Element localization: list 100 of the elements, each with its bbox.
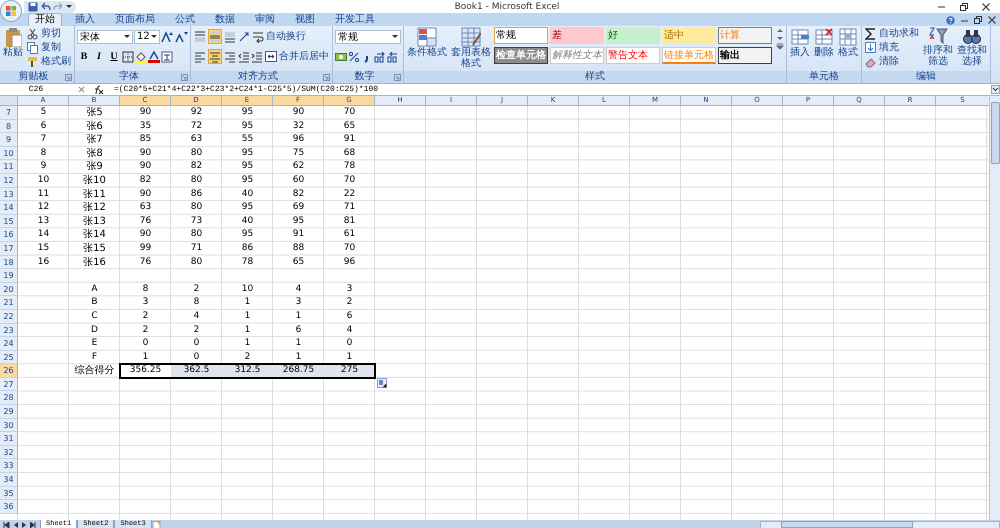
first-sheet-icon[interactable] xyxy=(3,522,10,528)
more-icon[interactable] xyxy=(776,43,784,50)
insert-sheet-icon[interactable] xyxy=(152,520,161,528)
ribbon-button[interactable]: 套用表格格式 xyxy=(450,27,492,69)
help-icon[interactable] xyxy=(946,16,955,24)
ribbon-tab[interactable]: 视图 xyxy=(288,13,322,26)
ribbon-button[interactable]: 清除 xyxy=(864,55,920,68)
row-header[interactable]: 32 xyxy=(0,446,18,460)
ribbon-button[interactable]: 复制 xyxy=(26,41,72,54)
ribbon-button[interactable]: 查找和选择 xyxy=(956,27,988,67)
cell-style-option[interactable]: 好 xyxy=(606,27,660,44)
row-header[interactable]: 9 xyxy=(0,133,18,147)
row-header[interactable]: 12 xyxy=(0,174,18,188)
name-box[interactable]: C26 xyxy=(0,85,72,94)
font-grow-icon[interactable] xyxy=(161,30,174,42)
row-header[interactable]: 17 xyxy=(0,242,18,256)
row-header[interactable]: 29 xyxy=(0,405,18,419)
decrease-decimal-icon[interactable] xyxy=(387,50,399,62)
ribbon-button[interactable]: 条件格式 xyxy=(406,27,448,58)
ribbon-tab[interactable]: 数据 xyxy=(208,13,242,26)
cancel-icon[interactable] xyxy=(78,86,85,93)
row-header[interactable]: 35 xyxy=(0,486,18,500)
ribbon-button[interactable]: 格式 xyxy=(837,27,859,58)
align-button[interactable] xyxy=(208,29,222,44)
row-header[interactable]: 27 xyxy=(0,378,18,392)
font-color-icon[interactable] xyxy=(148,50,160,62)
horizontal-scrollbar[interactable] xyxy=(760,520,1000,528)
undo-icon[interactable] xyxy=(40,2,51,11)
row-header[interactable]: 28 xyxy=(0,391,18,406)
restore-icon[interactable] xyxy=(974,16,982,24)
fill-color-icon[interactable] xyxy=(135,50,147,62)
align-button[interactable] xyxy=(223,29,237,44)
ribbon-tab[interactable]: 开始 xyxy=(28,13,62,26)
ribbon-button[interactable]: 合并后居中 xyxy=(264,50,330,63)
format-button[interactable]: I xyxy=(92,49,106,64)
ribbon-button[interactable]: 自动换行 xyxy=(251,30,307,43)
phonetic-icon[interactable] xyxy=(161,50,173,62)
format-button[interactable]: B xyxy=(77,49,91,64)
row-header[interactable]: 11 xyxy=(0,160,18,174)
format-button[interactable]: U xyxy=(107,49,121,64)
row-header[interactable]: 8 xyxy=(0,120,18,134)
orientation-icon[interactable] xyxy=(238,30,250,42)
close-icon[interactable] xyxy=(982,2,990,10)
row-header[interactable]: 30 xyxy=(0,418,18,432)
row-header[interactable]: 18 xyxy=(0,256,18,270)
row-header[interactable]: 23 xyxy=(0,324,18,338)
cell-style-option[interactable]: 解释性文本 xyxy=(550,47,604,64)
row-header[interactable]: 25 xyxy=(0,350,18,364)
row-header[interactable]: 22 xyxy=(0,310,18,324)
ribbon-button[interactable]: 排序和筛选 xyxy=(922,27,954,67)
border-icon[interactable] xyxy=(122,50,134,62)
row-header[interactable]: 26 xyxy=(0,364,18,378)
font-name-field[interactable]: 宋体 xyxy=(77,30,133,44)
restore-icon[interactable] xyxy=(960,2,968,10)
align-button[interactable] xyxy=(193,29,207,44)
row-header[interactable]: 21 xyxy=(0,296,18,310)
ribbon-button[interactable]: 剪切 xyxy=(26,27,72,40)
formula-field[interactable]: =(C20*5+C21*4+C22*3+C23*2+C24*1-C25*5)/SUM(C20:C25)*100 xyxy=(110,85,991,94)
row-header[interactable]: 14 xyxy=(0,201,18,215)
ribbon-tab[interactable]: 页面布局 xyxy=(108,13,162,26)
scroll-down-icon[interactable] xyxy=(776,35,784,42)
row-header[interactable]: 20 xyxy=(0,282,18,296)
ribbon-button[interactable]: 删除 xyxy=(813,27,835,58)
close-icon[interactable] xyxy=(988,16,996,24)
row-header[interactable]: 7 xyxy=(0,106,18,120)
row-header[interactable]: 19 xyxy=(0,269,18,283)
percent-icon[interactable] xyxy=(348,50,360,62)
save-icon[interactable] xyxy=(28,2,38,12)
last-sheet-icon[interactable] xyxy=(30,522,37,528)
cell-style-option[interactable]: 警告文本 xyxy=(606,47,660,64)
ribbon-tab[interactable]: 公式 xyxy=(168,13,202,26)
ribbon-button[interactable]: 格式刷 xyxy=(26,55,72,68)
row-header[interactable]: 34 xyxy=(0,473,18,487)
currency-icon[interactable] xyxy=(335,50,347,62)
function-icon[interactable] xyxy=(93,84,104,95)
font-size-field[interactable]: 12 xyxy=(134,30,160,44)
cell-style-option[interactable]: 常规 xyxy=(494,27,548,44)
cell-style-option[interactable]: 适中 xyxy=(662,27,716,44)
ribbon-button[interactable]: 自动求和 xyxy=(864,27,920,40)
cell-style-option[interactable]: 输出 xyxy=(718,47,772,64)
ribbon-tab[interactable]: 插入 xyxy=(68,13,102,26)
ribbon-tab[interactable]: 开发工具 xyxy=(328,13,382,26)
row-header[interactable]: 16 xyxy=(0,228,18,242)
align-button[interactable] xyxy=(208,49,222,64)
ribbon-tab[interactable]: 审阅 xyxy=(248,13,282,26)
ribbon-button[interactable]: 粘贴 xyxy=(2,27,24,58)
row-header[interactable]: 13 xyxy=(0,188,18,202)
row-header[interactable]: 10 xyxy=(0,146,18,160)
increase-decimal-icon[interactable] xyxy=(374,50,386,62)
ribbon-button[interactable]: 填充 xyxy=(864,41,920,54)
font-shrink-icon[interactable] xyxy=(175,30,188,42)
row-header[interactable]: 36 xyxy=(0,500,18,514)
caret-icon[interactable] xyxy=(66,5,72,8)
row-header[interactable]: 31 xyxy=(0,432,18,446)
vertical-scrollbar[interactable] xyxy=(989,96,1000,520)
increase-indent-icon[interactable] xyxy=(251,50,263,62)
auto-fill-options-icon[interactable] xyxy=(377,378,387,388)
row-header[interactable]: 15 xyxy=(0,214,18,228)
expand-icon[interactable] xyxy=(991,85,1000,94)
ribbon-button[interactable]: 插入 xyxy=(789,27,811,58)
